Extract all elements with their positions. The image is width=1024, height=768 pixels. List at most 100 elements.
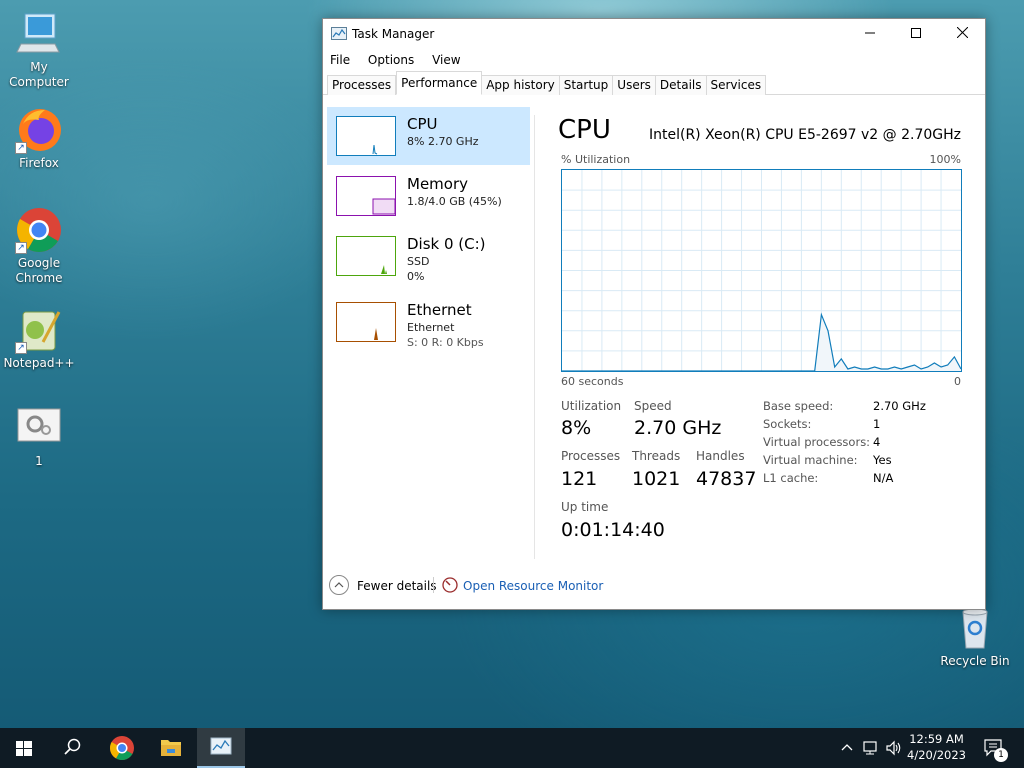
clock-date: 4/20/2023 xyxy=(907,748,966,762)
close-icon xyxy=(956,26,968,39)
sockets-value: 1 xyxy=(873,417,881,431)
sidebar-item-detail: Ethernet xyxy=(407,321,455,334)
sidebar-item-disk[interactable]: Disk 0 (C:) SSD 0% xyxy=(327,227,530,285)
sidebar-item-cpu[interactable]: CPU 8% 2.70 GHz xyxy=(327,107,530,165)
menu-options[interactable]: Options xyxy=(368,49,414,71)
title-bar[interactable]: Task Manager xyxy=(323,19,985,49)
cpu-heading: CPU xyxy=(558,115,611,145)
threads-value: 1021 xyxy=(632,468,681,490)
network-icon[interactable] xyxy=(862,740,880,756)
desktop-icon-label: Recycle Bin xyxy=(940,654,1010,668)
sidebar-item-memory[interactable]: Memory 1.8/4.0 GB (45%) xyxy=(327,167,530,225)
content-divider xyxy=(534,115,535,559)
taskbar-task-manager[interactable] xyxy=(197,728,245,768)
volume-icon[interactable] xyxy=(885,740,903,756)
sidebar-item-detail: 1.8/4.0 GB (45%) xyxy=(407,195,502,208)
tab-startup[interactable]: Startup xyxy=(559,75,614,95)
desktop-icon-file-1[interactable]: 1 xyxy=(0,404,79,469)
recycle-bin-icon xyxy=(951,604,999,652)
tab-performance[interactable]: Performance xyxy=(396,71,483,95)
windows-logo-icon xyxy=(16,741,32,756)
firefox-icon: ↗ xyxy=(15,106,63,154)
threads-label: Threads xyxy=(632,449,681,463)
open-resource-monitor-link[interactable]: Open Resource Monitor xyxy=(463,579,603,593)
desktop-icon-label: Google Chrome xyxy=(15,256,63,285)
tab-bar: Processes Performance App history Startu… xyxy=(323,71,985,95)
tab-services[interactable]: Services xyxy=(706,75,767,95)
shortcut-arrow-icon: ↗ xyxy=(15,142,27,154)
cpu-model-name: Intel(R) Xeon(R) CPU E5-2697 v2 @ 2.70GH… xyxy=(649,127,961,143)
minimize-button[interactable] xyxy=(847,19,893,49)
memory-thumbnail-graph xyxy=(336,176,396,216)
shortcut-arrow-icon: ↗ xyxy=(15,242,27,254)
uptime-label: Up time xyxy=(561,500,609,514)
tab-app-history[interactable]: App history xyxy=(482,75,560,95)
close-button[interactable] xyxy=(939,19,985,49)
graph-x-min: 0 xyxy=(954,375,961,388)
menu-file[interactable]: File xyxy=(330,49,350,71)
uptime-value: 0:01:14:40 xyxy=(561,519,665,541)
graph-x-label: 60 seconds xyxy=(561,375,624,388)
processes-label: Processes xyxy=(561,449,621,463)
base-speed-label: Base speed: xyxy=(763,399,834,413)
virtual-machine-label: Virtual machine: xyxy=(763,453,858,467)
desktop-icon-label: 1 xyxy=(35,454,43,468)
taskbar-file-explorer[interactable] xyxy=(147,728,195,768)
chrome-icon: ↗ xyxy=(15,206,63,254)
taskbar-chrome[interactable] xyxy=(98,728,146,768)
show-hidden-icons-chevron-icon[interactable] xyxy=(840,741,854,755)
virtual-processors-value: 4 xyxy=(873,435,881,449)
taskbar: 12:59 AM 4/20/2023 1 xyxy=(0,728,1024,768)
window-title: Task Manager xyxy=(352,27,435,41)
speed-value: 2.70 GHz xyxy=(634,417,722,439)
virtual-machine-value: Yes xyxy=(873,453,892,467)
sidebar-item-title: CPU xyxy=(407,115,438,133)
folder-icon xyxy=(161,740,181,756)
utilization-label: Utilization xyxy=(561,399,622,413)
base-speed-value: 2.70 GHz xyxy=(873,399,926,413)
action-center-button[interactable]: 1 xyxy=(978,728,1024,768)
minimize-icon xyxy=(865,32,875,34)
tab-users[interactable]: Users xyxy=(613,75,656,95)
tab-processes[interactable]: Processes xyxy=(327,75,397,95)
desktop-icon-recycle-bin[interactable]: Recycle Bin xyxy=(935,604,1015,669)
settings-file-icon xyxy=(15,404,63,452)
desktop-icon-label: My Computer xyxy=(9,60,69,89)
sockets-label: Sockets: xyxy=(763,417,812,431)
resource-monitor-icon xyxy=(442,577,458,593)
sidebar-item-detail: 8% 2.70 GHz xyxy=(407,135,479,148)
cpu-thumbnail-graph xyxy=(336,116,396,156)
desktop-icon-firefox[interactable]: ↗ Firefox xyxy=(0,106,79,171)
disk-thumbnail-graph xyxy=(336,236,396,276)
sidebar-item-title: Disk 0 (C:) xyxy=(407,235,486,253)
desktop-icon-label: Notepad++ xyxy=(3,356,75,370)
task-manager-icon xyxy=(331,27,347,40)
clock-time: 12:59 AM xyxy=(909,732,964,746)
l1-cache-label: L1 cache: xyxy=(763,471,819,485)
fewer-details-button[interactable] xyxy=(329,575,349,595)
sidebar-item-ethernet[interactable]: Ethernet Ethernet S: 0 R: 0 Kbps xyxy=(327,293,530,351)
start-button[interactable] xyxy=(0,728,48,768)
menu-view[interactable]: View xyxy=(432,49,460,71)
maximize-button[interactable] xyxy=(893,19,939,49)
desktop-icon-my-computer[interactable]: My Computer xyxy=(0,10,79,90)
desktop-icon-label: Firefox xyxy=(19,156,59,170)
maximize-icon xyxy=(911,28,921,38)
fewer-details-link[interactable]: Fewer details xyxy=(357,579,437,593)
chevron-up-icon xyxy=(334,582,344,588)
sidebar-item-title: Memory xyxy=(407,175,469,193)
notepadpp-icon: ↗ xyxy=(15,306,63,354)
virtual-processors-label: Virtual processors: xyxy=(763,435,871,449)
graph-y-label: % Utilization xyxy=(561,153,631,166)
graph-y-max: 100% xyxy=(929,153,961,166)
chrome-icon xyxy=(109,736,134,761)
task-manager-icon xyxy=(210,737,232,755)
sidebar-item-title: Ethernet xyxy=(407,301,472,319)
search-button[interactable] xyxy=(48,728,96,768)
system-clock[interactable]: 12:59 AM 4/20/2023 xyxy=(907,731,966,763)
desktop-icon-notepadpp[interactable]: ↗ Notepad++ xyxy=(0,306,79,371)
desktop-icon-chrome[interactable]: ↗ Google Chrome xyxy=(0,206,79,286)
computer-icon xyxy=(15,10,63,58)
handles-label: Handles xyxy=(696,449,745,463)
tab-details[interactable]: Details xyxy=(655,75,707,95)
